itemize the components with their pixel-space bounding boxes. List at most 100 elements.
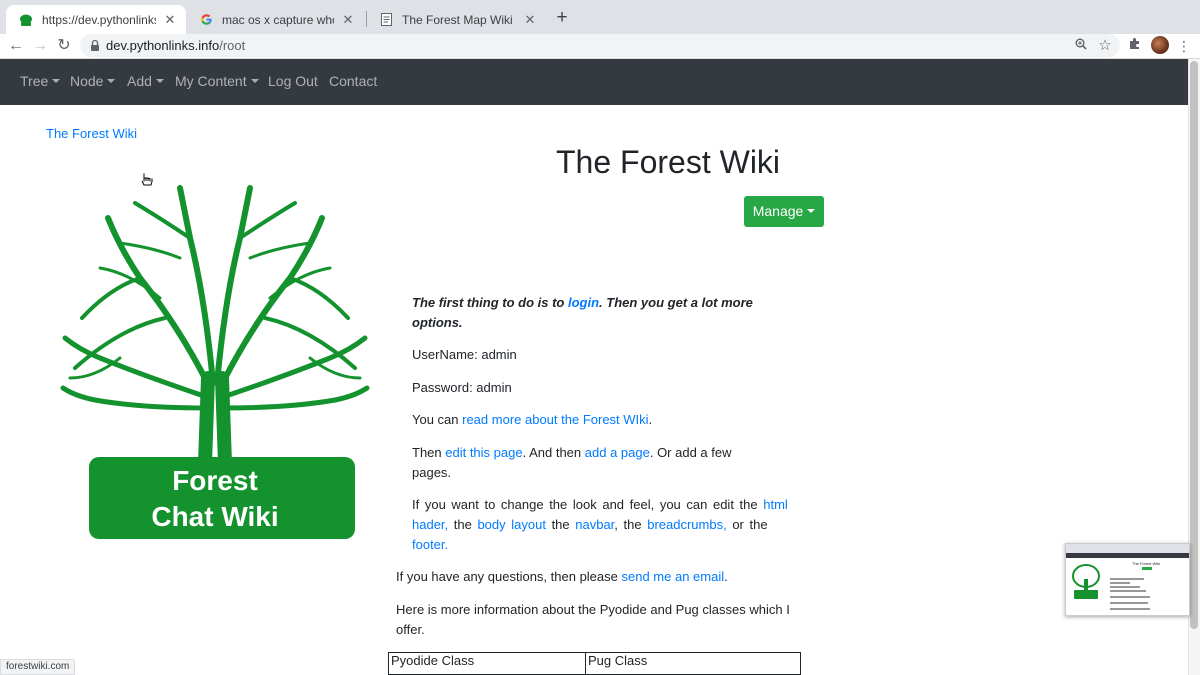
add-page-link[interactable]: add a page <box>585 445 650 460</box>
navbar-link[interactable]: navbar <box>575 517 614 532</box>
manage-dropdown-button[interactable]: Manage <box>744 196 824 227</box>
nav-my-content[interactable]: My Content <box>175 73 259 89</box>
browser-tab-strip: https://dev.pythonlinks.info/root ✕ mac … <box>0 0 1200 34</box>
read-more-paragraph: You can read more about the Forest WIki. <box>412 410 792 430</box>
thumb-text-line <box>1110 578 1144 580</box>
classes-info-paragraph: Here is more information about the Pyodi… <box>396 602 790 637</box>
thumb-text-line <box>1110 586 1140 588</box>
tab-title: https://dev.pythonlinks.info/root <box>42 12 156 27</box>
new-tab-icon[interactable]: + <box>552 7 572 29</box>
tab-title: The Forest Map Wiki -> Forest Wiki <box>402 12 516 27</box>
breadcrumb-home-link[interactable]: The Forest Wiki <box>46 126 137 141</box>
nav-tree[interactable]: Tree <box>20 73 61 89</box>
reload-icon[interactable]: ↻ <box>54 36 74 56</box>
then-text-a: Then <box>412 445 446 460</box>
read-more-text-a: You can <box>412 412 463 427</box>
nav-node-label: Node <box>70 73 104 89</box>
thumb-text-line <box>1110 608 1150 610</box>
look-text-e: or the <box>726 517 768 532</box>
then-edit-paragraph: Then edit this page. And then add a page… <box>412 443 762 483</box>
google-g-icon <box>198 12 214 28</box>
thumb-text-line <box>1110 596 1150 598</box>
page-title: The Forest Wiki <box>556 144 781 180</box>
document-icon <box>378 12 394 28</box>
thumb-text-line <box>1110 582 1130 584</box>
forward-arrow-icon[interactable]: → <box>30 36 50 56</box>
then-text-b: . And then <box>522 445 585 460</box>
forest-tree-icon <box>18 12 34 28</box>
site-navbar: Tree Node Add My Content Log Out Contact <box>0 59 1188 105</box>
logo-line1: Forest <box>172 465 258 496</box>
login-link[interactable]: login <box>568 295 599 310</box>
caret-down-icon <box>52 78 61 83</box>
questions-paragraph: If you have any questions, then please s… <box>396 567 796 587</box>
table-header-cell: Pug Class <box>585 652 801 675</box>
url-host: dev.pythonlinks.info <box>106 38 220 53</box>
username-text: UserName: admin <box>412 347 517 362</box>
read-more-text-b: . <box>648 412 653 427</box>
thumb-navbar <box>1066 553 1189 558</box>
nav-add-label: Add <box>127 73 152 89</box>
look-text-a: If you want to change the look and feel,… <box>412 497 764 512</box>
url-text: dev.pythonlinks.info/root <box>106 38 245 53</box>
browser-tab-active[interactable]: https://dev.pythonlinks.info/root ✕ <box>6 5 186 34</box>
intro-text-a: The first thing to do is to <box>412 295 568 310</box>
forest-chat-wiki-logo: Forest Chat Wiki <box>60 185 370 539</box>
table-header-cell: Pyodide Class <box>388 652 586 675</box>
nav-add[interactable]: Add <box>127 73 164 89</box>
footer-link[interactable]: footer. <box>412 537 448 552</box>
extensions-puzzle-icon[interactable] <box>1126 37 1144 55</box>
address-bar[interactable]: dev.pythonlinks.info/root ☆ <box>80 34 1120 57</box>
thumb-logo <box>1072 564 1100 599</box>
thumb-tabbar <box>1066 544 1189 553</box>
caret-down-icon <box>807 208 816 213</box>
zoom-icon[interactable] <box>1072 37 1090 55</box>
caret-down-icon <box>250 78 259 83</box>
email-link[interactable]: send me an email <box>622 569 725 584</box>
tab-title: mac os x capture whole screen <box>222 12 334 27</box>
manage-label: Manage <box>752 203 804 219</box>
nav-log-out[interactable]: Log Out <box>268 73 318 89</box>
nav-contact[interactable]: Contact <box>329 73 377 89</box>
questions-text-a: If you have any questions, then please <box>396 569 622 584</box>
nav-node[interactable]: Node <box>70 73 116 89</box>
look-and-feel-paragraph: If you want to change the look and feel,… <box>412 495 792 555</box>
logo-line2: Chat Wiki <box>151 501 278 532</box>
look-text-c: the <box>545 517 576 532</box>
browser-menu-icon[interactable]: ⋮ <box>1175 37 1193 55</box>
close-tab-icon[interactable]: ✕ <box>340 12 356 28</box>
caret-down-icon <box>107 78 116 83</box>
table-row: Pyodide Class Pug Class <box>388 652 801 675</box>
close-tab-icon[interactable]: ✕ <box>162 12 178 28</box>
lock-icon <box>91 39 99 51</box>
thumb-text-line <box>1110 602 1148 604</box>
body-layout-link[interactable]: body layout <box>477 517 546 532</box>
browser-toolbar: ← → ↻ dev.pythonlinks.info/root ☆ ⋮ <box>0 34 1200 59</box>
classes-table: Pyodide Class Pug Class <box>388 652 801 675</box>
caret-down-icon <box>155 78 164 83</box>
screenshot-thumbnail-preview[interactable]: The Forest Wiki <box>1065 543 1190 616</box>
read-more-link[interactable]: read more about the Forest WIki <box>462 412 648 427</box>
browser-tab-forest-map[interactable]: The Forest Map Wiki -> Forest Wiki ✕ <box>366 5 546 34</box>
nav-my-content-label: My Content <box>175 73 247 89</box>
bookmark-star-icon[interactable]: ☆ <box>1096 37 1114 55</box>
profile-avatar[interactable] <box>1151 36 1169 54</box>
back-arrow-icon[interactable]: ← <box>6 36 26 56</box>
close-tab-icon[interactable]: ✕ <box>522 12 538 28</box>
breadcrumbs-link[interactable]: breadcrumbs, <box>647 517 726 532</box>
thumb-manage-button <box>1142 567 1152 570</box>
page-scrollbar-thumb[interactable] <box>1190 61 1198 629</box>
questions-text-b: . <box>724 569 728 584</box>
password-text: Password: admin <box>412 380 512 395</box>
intro-paragraph: The first thing to do is to login. Then … <box>412 293 782 333</box>
thumb-title: The Forest Wiki <box>1132 561 1161 566</box>
hand-cursor-icon <box>141 173 153 186</box>
link-status-url: forestwiki.com <box>0 659 76 675</box>
look-text-d: , the <box>614 517 648 532</box>
look-text-b: the <box>448 517 478 532</box>
nav-tree-label: Tree <box>20 73 49 89</box>
browser-tab-google[interactable]: mac os x capture whole screen ✕ <box>186 5 364 34</box>
edit-page-link[interactable]: edit this page <box>445 445 522 460</box>
thumb-text-line <box>1110 590 1146 592</box>
url-path: /root <box>219 38 246 53</box>
